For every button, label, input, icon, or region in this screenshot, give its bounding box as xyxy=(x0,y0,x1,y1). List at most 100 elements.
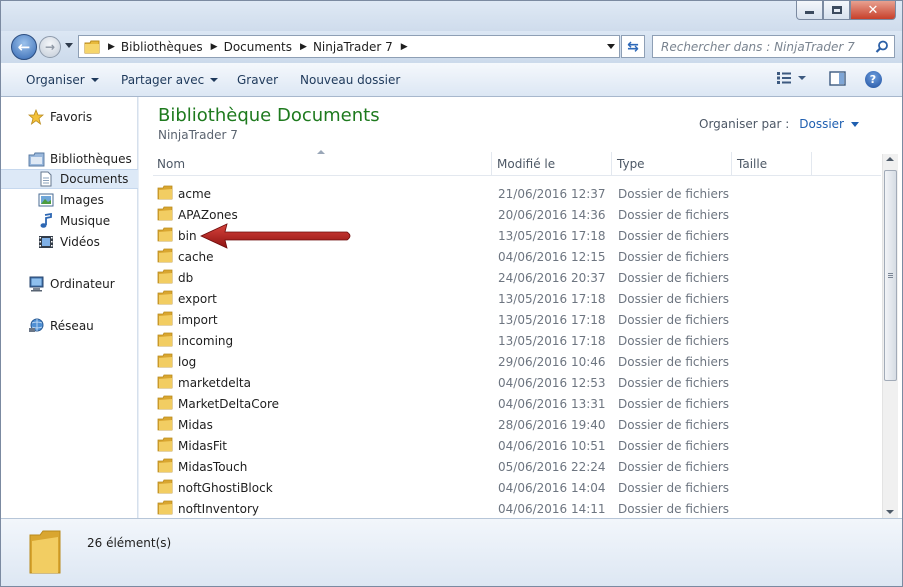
folder-icon xyxy=(157,395,173,413)
caret-down-icon xyxy=(90,78,99,82)
scroll-down-arrow[interactable] xyxy=(886,510,894,514)
folder-icon xyxy=(157,437,173,455)
file-row[interactable]: bin 13/05/2016 17:18 Dossier de fichiers xyxy=(153,225,881,246)
file-row[interactable]: cache 04/06/2016 12:15 Dossier de fichiers xyxy=(153,246,881,267)
file-name: bin xyxy=(178,228,197,243)
refresh-button[interactable]: ⇆ xyxy=(621,35,645,58)
arrow-right-icon: → xyxy=(44,40,56,54)
nav-item-music[interactable]: Musique xyxy=(1,211,138,231)
folder-icon xyxy=(157,269,173,287)
folder-icon xyxy=(157,290,173,308)
scroll-thumb[interactable] xyxy=(884,170,897,381)
help-icon: ? xyxy=(864,71,882,88)
file-row[interactable]: db 24/06/2016 20:37 Dossier de fichiers xyxy=(153,267,881,288)
file-modified: 05/06/2016 22:24 xyxy=(498,459,606,474)
file-type: Dossier de fichiers xyxy=(618,312,730,327)
new-folder-button[interactable]: Nouveau dossier xyxy=(300,73,400,87)
close-icon: ✕ xyxy=(867,2,879,18)
chevron-right-icon[interactable]: ▶ xyxy=(300,42,307,52)
nav-item-libraries[interactable]: Bibliothèques xyxy=(1,149,138,169)
breadcrumb-libraries[interactable]: ▶ Bibliothèques xyxy=(100,40,203,54)
file-row[interactable]: MidasFit 04/06/2016 10:51 Dossier de fichi… xyxy=(153,435,881,456)
breadcrumb-ninjatrader[interactable]: ▶ NinjaTrader 7 ▶ xyxy=(292,40,414,54)
chevron-right-icon[interactable]: ▶ xyxy=(108,42,115,52)
file-row[interactable]: import 13/05/2016 17:18 Dossier de fichier… xyxy=(153,309,881,330)
file-name: acme xyxy=(178,186,212,201)
file-type: Dossier de fichiers xyxy=(618,459,730,474)
file-row[interactable]: Midas 28/06/2016 19:40 Dossier de fichiers xyxy=(153,414,881,435)
maximize-button[interactable] xyxy=(823,1,850,20)
forward-button[interactable]: → xyxy=(39,36,61,58)
recent-pages-dropdown[interactable] xyxy=(65,43,73,48)
file-name: incoming xyxy=(178,333,234,348)
back-button[interactable]: ← xyxy=(11,34,37,60)
folder-icon xyxy=(157,353,173,371)
file-row[interactable]: MarketDeltaCore 04/06/2016 13:31 Dossier d… xyxy=(153,393,881,414)
file-row[interactable]: APAZones 20/06/2016 14:36 Dossier de fichi… xyxy=(153,204,881,225)
navigation-pane: Favoris Bibliothèques Documents Images M xyxy=(1,97,138,518)
address-row: ← → ▶ Bibliothèques ▶ Documents ▶ NinjaT… xyxy=(1,31,902,63)
vertical-scrollbar[interactable] xyxy=(882,154,898,518)
close-button[interactable]: ✕ xyxy=(850,1,896,20)
help-button[interactable]: ? xyxy=(862,71,884,88)
file-row[interactable]: incoming 13/05/2016 17:18 Dossier de fichi… xyxy=(153,330,881,351)
file-name: log xyxy=(178,354,197,369)
film-icon xyxy=(37,234,55,250)
folder-icon xyxy=(157,185,173,203)
folder-icon xyxy=(84,40,100,53)
nav-item-network[interactable]: Réseau xyxy=(1,316,138,336)
column-header-size[interactable]: Taille xyxy=(733,152,812,176)
folder-icon xyxy=(157,206,173,224)
file-row[interactable]: log 29/06/2016 10:46 Dossier de fichiers xyxy=(153,351,881,372)
window-controls: ✕ xyxy=(796,1,896,21)
file-modified: 13/05/2016 17:18 xyxy=(498,333,606,348)
folder-icon xyxy=(157,248,173,266)
nav-item-videos[interactable]: Vidéos xyxy=(1,232,138,252)
address-history-dropdown[interactable] xyxy=(607,44,615,49)
library-title: Bibliothèque Documents xyxy=(158,105,380,126)
search-icon[interactable] xyxy=(875,40,889,54)
caret-down-icon[interactable] xyxy=(851,121,859,127)
nav-item-computer[interactable]: Ordinateur xyxy=(1,274,138,294)
search-input[interactable]: Rechercher dans : NinjaTrader 7 xyxy=(652,35,895,58)
chevron-right-icon[interactable]: ▶ xyxy=(211,42,218,52)
column-header-modified[interactable]: Modifié le xyxy=(493,152,612,176)
file-row[interactable]: acme 21/06/2016 12:37 Dossier de fichiers xyxy=(153,183,881,204)
title-bar: ✕ xyxy=(1,1,902,31)
file-modified: 04/06/2016 14:11 xyxy=(498,501,606,516)
organize-menu-button[interactable]: Organiser xyxy=(26,73,99,87)
chevron-right-icon[interactable]: ▶ xyxy=(401,42,408,52)
nav-item-images[interactable]: Images xyxy=(1,190,138,210)
breadcrumb-documents[interactable]: ▶ Documents xyxy=(203,40,292,54)
library-subtitle: NinjaTrader 7 xyxy=(158,128,238,142)
command-bar: Organiser Partager avec Graver Nouveau d… xyxy=(1,63,902,97)
file-row[interactable]: marketdelta 04/06/2016 12:53 Dossier de fi… xyxy=(153,372,881,393)
file-row[interactable]: MidasTouch 05/06/2016 22:24 Dossier de fic… xyxy=(153,456,881,477)
column-header-type[interactable]: Type xyxy=(613,152,732,176)
scroll-up-arrow[interactable] xyxy=(886,157,894,161)
column-headers: Nom Modifié le Type Taille xyxy=(153,150,881,176)
view-options-button[interactable] xyxy=(771,71,811,85)
nav-item-favorites[interactable]: Favoris xyxy=(1,107,138,127)
preview-pane-button[interactable] xyxy=(826,71,848,86)
nav-item-documents[interactable]: Documents xyxy=(1,169,138,189)
burn-button[interactable]: Graver xyxy=(237,73,278,87)
file-row[interactable]: noftGhostiBlock 04/06/2016 14:04 Dossier d… xyxy=(153,477,881,498)
details-pane: 26 élément(s) xyxy=(1,518,902,586)
minimize-button[interactable] xyxy=(796,1,823,20)
file-row[interactable]: export 13/05/2016 17:18 Dossier de fichier… xyxy=(153,288,881,309)
file-name: import xyxy=(178,312,218,327)
file-type: Dossier de fichiers xyxy=(618,480,730,495)
address-bar[interactable]: ▶ Bibliothèques ▶ Documents ▶ NinjaTrade… xyxy=(78,35,620,58)
column-header-name[interactable]: Nom xyxy=(153,152,492,176)
file-type: Dossier de fichiers xyxy=(618,417,730,432)
file-modified: 13/05/2016 17:18 xyxy=(498,228,606,243)
view-list-icon xyxy=(777,72,791,84)
file-row[interactable]: noftInventory 04/06/2016 14:11 Dossier de … xyxy=(153,498,881,518)
arrange-by-dropdown[interactable]: Dossier xyxy=(799,117,844,131)
minimize-icon xyxy=(805,11,814,14)
share-menu-button[interactable]: Partager avec xyxy=(121,73,219,87)
maximize-icon xyxy=(831,6,842,14)
file-name: cache xyxy=(178,249,214,264)
arrow-left-icon: ← xyxy=(17,38,31,56)
